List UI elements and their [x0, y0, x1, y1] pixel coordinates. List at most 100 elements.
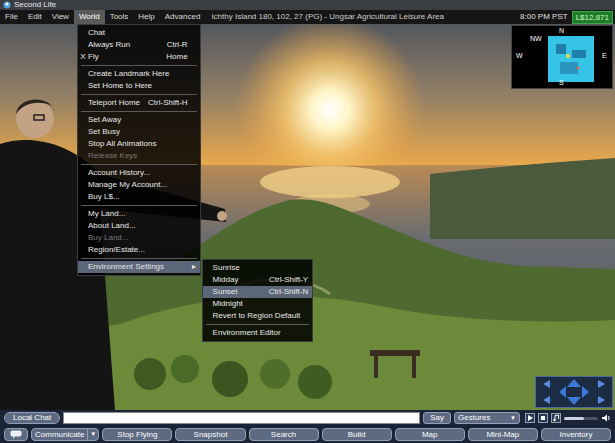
menu-item[interactable]: Account History...: [78, 167, 200, 179]
world-view[interactable]: NNWWES ChatAlways RunCtrl-RXFlyHome Creat…: [0, 24, 615, 410]
menu-item[interactable]: Sunrise: [203, 262, 313, 274]
toolbar-button[interactable]: Build: [322, 428, 392, 441]
menu-layer: ChatAlways RunCtrl-RXFlyHome Create Landm…: [77, 24, 313, 342]
speaker-icon[interactable]: [601, 413, 611, 423]
window-title: Second Life: [14, 0, 56, 10]
menu-separator: [206, 324, 310, 325]
menu-item[interactable]: Revert to Region Default: [203, 310, 313, 322]
toolbar-button[interactable]: Search: [249, 428, 319, 441]
menu-item-label: Environment Editor: [213, 327, 301, 339]
menu-entry: [78, 92, 200, 97]
menu-item[interactable]: Environment Settings▸: [78, 261, 200, 273]
submenu-arrow-slot: ▸: [188, 261, 196, 273]
menu-shortcut: Ctrl-Shift-H: [140, 97, 188, 109]
dropdown-arrow: ▼: [510, 413, 516, 423]
menu-shortcut: Ctrl-Shift-Y: [261, 274, 308, 286]
chat-input[interactable]: [63, 412, 420, 424]
volume-track[interactable]: [564, 417, 598, 420]
location-text[interactable]: Ichthy Island 180, 102, 27 (PG) - Ungsar…: [205, 10, 516, 24]
gesture-dropdown[interactable]: Gestures ▼: [454, 412, 520, 424]
menu-bar-item[interactable]: File: [0, 10, 23, 24]
menu-item[interactable]: Stop All Animations: [78, 138, 200, 150]
menu-item-label: Account History...: [88, 167, 180, 179]
menu-entry: [78, 63, 200, 68]
menu-entry: [78, 162, 200, 167]
menu-bar-item[interactable]: Advanced: [160, 10, 206, 24]
menu-bar-item[interactable]: View: [47, 10, 74, 24]
menu-item[interactable]: Set Busy: [78, 126, 200, 138]
menu-entry: XFlyHome: [78, 51, 200, 63]
music-icon[interactable]: [551, 413, 561, 423]
stop-icon[interactable]: [538, 413, 548, 423]
menu-item-label: Region/Estate...: [88, 244, 180, 256]
media-controls: [523, 413, 611, 423]
menu-item-label: Stop All Animations: [88, 138, 180, 150]
menu-item[interactable]: Environment Editor: [203, 327, 313, 339]
menu-entry: My Land...: [78, 208, 200, 220]
menu-item[interactable]: Region/Estate...: [78, 244, 200, 256]
menu-item[interactable]: Always RunCtrl-R: [78, 39, 200, 51]
menu-shortcut: Ctrl-Shift-N: [261, 286, 309, 298]
menu-item: Buy Land...: [78, 232, 200, 244]
menu-item[interactable]: SunsetCtrl-Shift-N: [203, 286, 313, 298]
menu-shortcut: Home: [158, 51, 187, 63]
menu-item[interactable]: Create Landmark Here: [78, 68, 200, 80]
toolbar-button[interactable]: Stop Flying: [102, 428, 172, 441]
menu-entry: Environment Editor: [203, 327, 313, 339]
menu-item-label: Set Home to Here: [88, 80, 180, 92]
menu-entry: Revert to Region Default: [203, 310, 313, 322]
menu-item-label: My Land...: [88, 208, 180, 220]
communicate-arrow[interactable]: ▼: [87, 429, 98, 440]
menu-item[interactable]: Chat: [78, 27, 200, 39]
menu-entry: SunsetCtrl-Shift-N: [203, 286, 313, 298]
menu-item[interactable]: MiddayCtrl-Shift-Y: [203, 274, 313, 286]
menu-item[interactable]: Set Home to Here: [78, 80, 200, 92]
menu-item-label: Manage My Account...: [88, 179, 180, 191]
menu-item[interactable]: Midnight: [203, 298, 313, 310]
menu-item[interactable]: My Land...: [78, 208, 200, 220]
local-chat-button[interactable]: Local Chat: [4, 412, 60, 424]
menu-item[interactable]: Teleport HomeCtrl-Shift-H: [78, 97, 200, 109]
toolbar-button[interactable]: Inventory: [541, 428, 611, 441]
menu-item[interactable]: Buy L$...: [78, 191, 200, 203]
menu-bar-item[interactable]: Tools: [105, 10, 134, 24]
menu-item-label: Set Busy: [88, 126, 180, 138]
menu-item[interactable]: About Land...: [78, 220, 200, 232]
menu-entry: Buy L$...: [78, 191, 200, 203]
menu-bar: FileEditViewWorldToolsHelpAdvancedIchthy…: [0, 10, 615, 24]
toolbar-button[interactable]: Map: [395, 428, 465, 441]
mini-map[interactable]: NNWWES: [511, 25, 613, 89]
menu-bar-item[interactable]: World: [74, 10, 105, 24]
menu-separator: [81, 111, 197, 112]
menu-entry: [78, 109, 200, 114]
menu-entry: Teleport HomeCtrl-Shift-H: [78, 97, 200, 109]
menu-entry: About Land...: [78, 220, 200, 232]
menu-item-label: Always Run: [88, 39, 159, 51]
balance[interactable]: L$12,871: [572, 11, 613, 24]
menu-entry: MiddayCtrl-Shift-Y: [203, 274, 313, 286]
menu-bar-item[interactable]: Help: [133, 10, 159, 24]
chat-bubble-icon[interactable]: [10, 430, 22, 439]
menu-entry: Release Keys: [78, 150, 200, 162]
menu-item[interactable]: Set Away: [78, 114, 200, 126]
say-button[interactable]: Say: [423, 412, 451, 424]
movement-controls[interactable]: [535, 376, 613, 408]
menu-item-label: Create Landmark Here: [88, 68, 180, 80]
world-menu: ChatAlways RunCtrl-RXFlyHome Create Landm…: [77, 24, 201, 276]
menu-item-label: Sunset: [213, 286, 261, 298]
menu-item[interactable]: Manage My Account...: [78, 179, 200, 191]
menu-entry: Stop All Animations: [78, 138, 200, 150]
toolbar-button[interactable]: Mini-Map: [468, 428, 538, 441]
movement-arrows-icon[interactable]: [535, 376, 613, 408]
volume-fill: [564, 417, 584, 420]
im-button[interactable]: [4, 428, 28, 441]
menu-item-label: Midday: [213, 274, 261, 286]
play-icon[interactable]: [525, 413, 535, 423]
menu-item[interactable]: XFlyHome: [78, 51, 200, 63]
environment-submenu: SunriseMiddayCtrl-Shift-YSunsetCtrl-Shif…: [202, 259, 314, 342]
communicate-button[interactable]: Communicate▼: [31, 428, 99, 441]
toolbar-button[interactable]: Snapshot: [175, 428, 245, 441]
menu-bar-item[interactable]: Edit: [23, 10, 47, 24]
title-bar: Second Life: [0, 0, 615, 10]
gesture-label: Gestures: [458, 413, 506, 423]
